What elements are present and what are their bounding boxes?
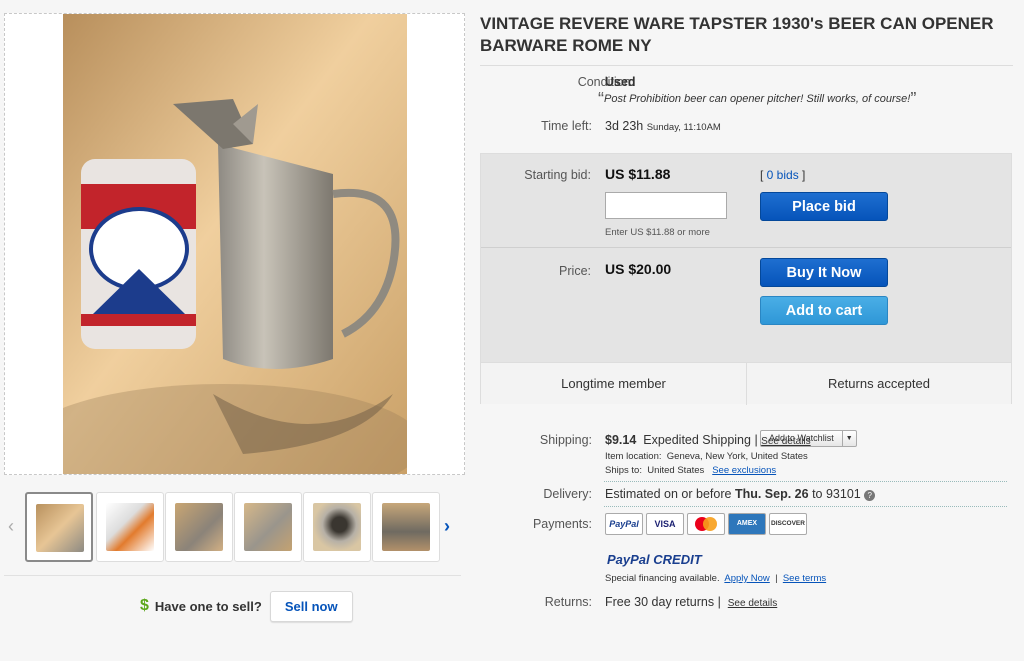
sell-question: Have one to sell? [154,598,262,614]
divider [4,575,461,576]
seller-badges: Longtime member Returns accepted [481,362,1011,405]
item-location-label: Item location: [605,451,662,462]
item-location: Item location: Geneva, New York, United … [605,451,808,462]
returns-accepted-badge: Returns accepted [828,376,930,391]
mastercard-circles [695,517,717,531]
paypal-credit-logo-icon: PayPal CREDIT [607,552,702,567]
listing-title: VINTAGE REVERE WARE TAPSTER 1930's BEER … [480,14,994,55]
shipping-details-link[interactable]: See details [761,436,810,447]
thumbnail-6[interactable] [372,492,440,562]
seller-quote-text: Post Prohibition beer can opener pitcher… [604,93,911,105]
shipping-label: Shipping: [539,433,592,447]
see-exclusions-link[interactable]: See exclusions [712,465,776,476]
starting-bid-label: Starting bid: [524,168,591,182]
returns-text: Free 30 day returns [605,595,715,609]
delivery-zip: to 93101 [812,487,861,501]
bids-count: [ 0 bids ] [760,168,806,182]
buy-price: US $20.00 [605,261,672,277]
shipping-line: $9.14 Expedited Shipping | See details [605,433,811,447]
ships-to-label: Ships to: [605,465,642,476]
add-to-cart-button[interactable]: Add to cart [760,296,888,325]
buy-it-now-button[interactable]: Buy It Now [760,258,888,287]
sell-one-area: $ Have one to sell? Sell now [140,590,353,622]
chevron-down-icon[interactable]: ▼ [841,431,856,446]
financing-line: Special financing available. Apply Now |… [605,573,827,584]
shipping-cost: $9.14 [605,433,637,447]
returns-details-link[interactable]: See details [728,598,777,609]
divider [604,506,1007,507]
sell-now-button[interactable]: Sell now [269,590,353,622]
delivery-text: Estimated on or before [605,487,732,501]
visa-logo-icon: VISA [646,513,684,535]
delivery-date: Thu. Sep. 26 [734,487,809,501]
discover-logo-icon: DISCOVER [769,513,807,535]
longtime-member-badge: Longtime member [481,363,747,405]
returns-policy: Free 30 day returns | See details [605,595,778,609]
photo-illustration [63,14,407,474]
bids-link[interactable]: 0 bids [767,168,799,182]
divider [604,481,1007,482]
divider [480,65,1013,66]
purchase-box: Starting bid: US $11.88 [ 0 bids ] Enter… [480,153,1012,447]
time-left-end: Sunday, 11:10AM [646,122,721,133]
price-label: Price: [559,264,591,278]
time-left-duration: 3d 23h [605,119,644,133]
time-left-value: 3d 23h Sunday, 11:10AM [605,119,721,133]
apply-now-link[interactable]: Apply Now [724,573,769,584]
bid-amount-input[interactable] [605,192,727,219]
time-left-label: Time left: [541,119,592,133]
shipping-method: Expedited Shipping [643,433,751,447]
place-bid-button[interactable]: Place bid [760,192,888,221]
thumbnail-strip [10,492,460,566]
amex-logo-icon: AMEX [728,513,766,535]
returns-label: Returns: [544,595,592,609]
starting-bid-price: US $11.88 [605,166,671,182]
see-terms-link[interactable]: See terms [783,573,826,584]
thumbnail-2[interactable] [96,492,164,562]
dollar-icon: $ [140,597,149,614]
main-product-image[interactable] [4,13,465,475]
thumbnail-1[interactable] [25,492,93,562]
help-icon[interactable]: ? [864,490,876,501]
mastercard-logo-icon [687,513,725,535]
ships-to: Ships to: United States See exclusions [605,465,776,476]
payments-label: Payments: [532,517,592,531]
financing-text: Special financing available. [605,573,720,584]
buy-section: Price: US $20.00 Buy It Now Add to cart … [481,248,1011,447]
delivery-label: Delivery: [543,487,592,501]
chevron-right-icon[interactable]: › [444,516,450,537]
bid-hint: Enter US $11.88 or more [605,227,710,238]
item-location-value: Geneva, New York, United States [666,451,808,462]
thumbnail-4[interactable] [234,492,302,562]
ships-to-value: United States [647,465,705,476]
condition-value: Used [605,75,636,89]
thumbnail-5[interactable] [303,492,371,562]
bid-section: Starting bid: US $11.88 [ 0 bids ] Enter… [481,154,1011,248]
product-photo [63,14,407,474]
delivery-estimate: Estimated on or before Thu. Sep. 26 to 9… [605,487,876,501]
paypal-logo-icon: PayPal [605,513,643,535]
thumbnail-3[interactable] [165,492,233,562]
seller-quote: “Post Prohibition beer can opener pitche… [598,89,917,109]
